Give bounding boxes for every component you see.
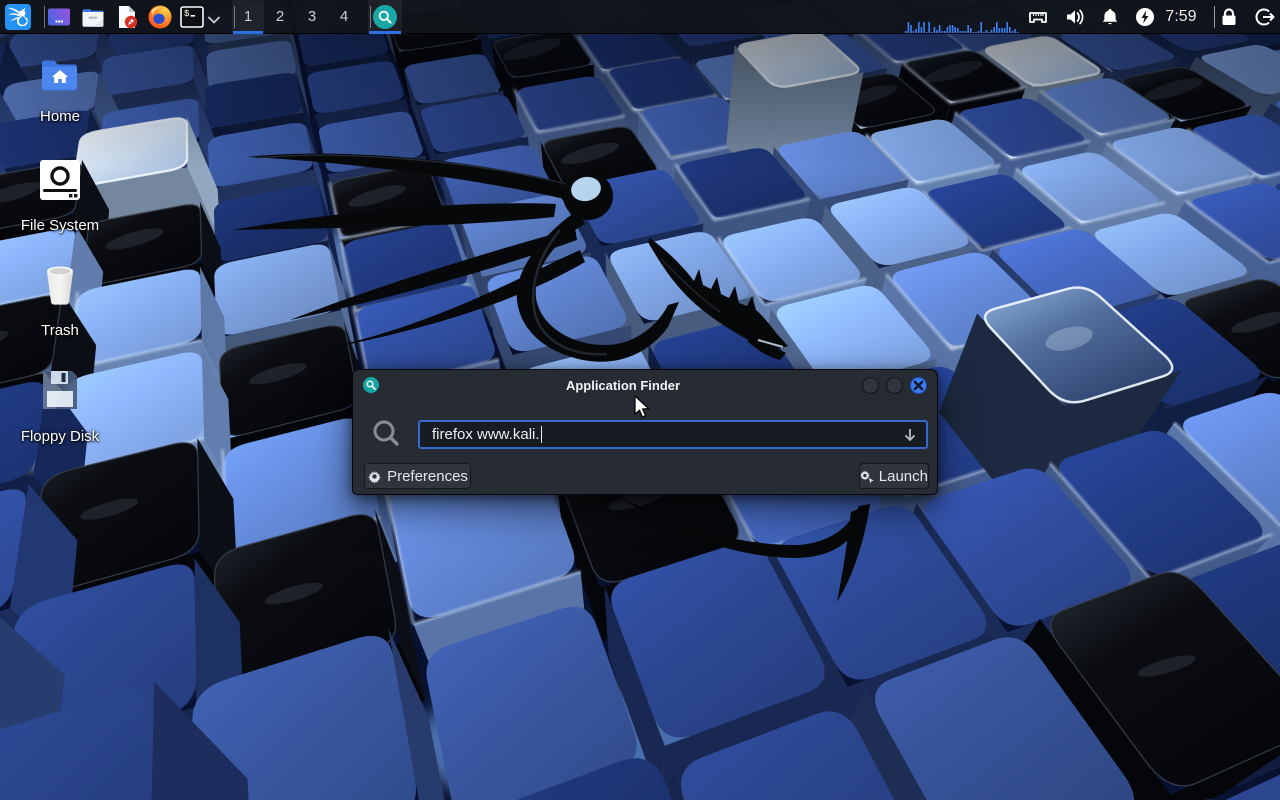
svg-text:$: $ — [184, 9, 190, 19]
